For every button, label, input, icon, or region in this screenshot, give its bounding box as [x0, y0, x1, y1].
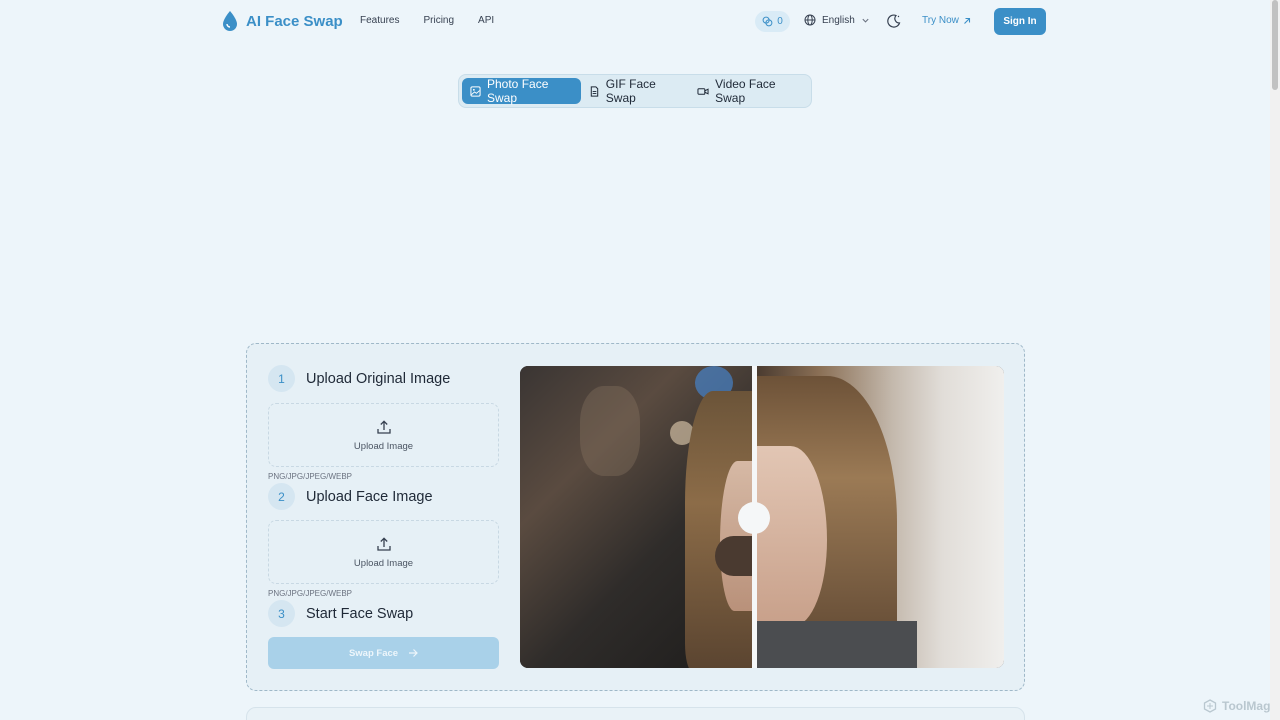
globe-icon	[804, 14, 816, 26]
try-now-link[interactable]: Try Now	[922, 15, 971, 26]
step-1: 1 Upload Original Image	[268, 365, 450, 392]
coins-icon	[762, 16, 773, 27]
try-now-label: Try Now	[922, 15, 959, 26]
step-number: 2	[268, 483, 295, 510]
upload-label: Upload Image	[353, 440, 414, 452]
header: AI Face Swap Features Pricing API 0 Engl…	[0, 0, 1270, 42]
upload-label: Upload Image	[353, 557, 414, 569]
main-nav: Features Pricing API	[360, 15, 518, 26]
brand-name: AI Face Swap	[246, 12, 343, 30]
swap-face-label: Swap Face	[348, 647, 399, 659]
original-photo	[520, 366, 755, 668]
tab-label: GIF Face Swap	[605, 77, 656, 105]
swapped-clothing	[757, 621, 917, 668]
tab-label: Photo Face Swap	[487, 77, 549, 105]
sign-in-button[interactable]: Sign In	[994, 8, 1046, 35]
arrow-up-right-icon	[963, 17, 970, 24]
nav-features[interactable]: Features	[360, 15, 399, 26]
tab-photo-face-swap[interactable]: Photo Face Swap	[462, 77, 581, 105]
upload-icon	[376, 536, 391, 551]
water-drop-icon	[223, 11, 237, 31]
arrow-right-icon	[409, 649, 418, 657]
video-icon	[697, 87, 709, 95]
step-3: 3 Start Face Swap	[268, 600, 413, 627]
watermark-text: ToolMage	[1222, 699, 1278, 713]
comparison-slider-handle[interactable]	[738, 502, 770, 534]
nav-api[interactable]: API	[478, 15, 494, 26]
file-icon	[590, 85, 598, 97]
before-after-preview[interactable]	[520, 366, 1004, 668]
step-number: 3	[268, 600, 295, 627]
step-title: Upload Face Image	[306, 488, 433, 505]
credits-count: 0	[777, 16, 783, 27]
tab-video-face-swap[interactable]: Video Face Swap	[689, 77, 808, 105]
step-title: Start Face Swap	[306, 605, 414, 622]
next-section-card	[246, 707, 1025, 720]
upload-original-dropzone[interactable]: Upload Image	[268, 403, 499, 467]
swap-face-button[interactable]: Swap Face	[268, 637, 499, 669]
upload-face-dropzone[interactable]: Upload Image	[268, 520, 499, 584]
step-2: 2 Upload Face Image	[268, 483, 433, 510]
supported-formats: PNG/JPG/JPEG/WEBP	[268, 472, 353, 481]
language-label: English	[822, 14, 855, 26]
theme-toggle-moon-icon[interactable]	[886, 13, 902, 29]
language-selector[interactable]: English	[804, 14, 870, 26]
supported-formats: PNG/JPG/JPEG/WEBP	[268, 589, 353, 598]
hexagon-logo-icon	[1203, 699, 1217, 713]
tab-gif-face-swap[interactable]: GIF Face Swap	[581, 77, 689, 105]
tab-label: Video Face Swap	[715, 77, 776, 105]
nav-pricing[interactable]: Pricing	[423, 15, 454, 26]
chevron-down-icon	[862, 18, 869, 23]
face-swap-panel: 1 Upload Original Image Upload Image PNG…	[246, 343, 1025, 691]
step-number: 1	[268, 365, 295, 392]
step-title: Upload Original Image	[306, 370, 451, 387]
credits-badge[interactable]: 0	[755, 11, 790, 32]
image-icon	[470, 85, 481, 97]
brand-logo[interactable]: AI Face Swap	[222, 11, 343, 31]
scrollbar-thumb[interactable]	[1272, 0, 1278, 90]
mode-tabs: Photo Face Swap GIF Face Swap Video Face…	[458, 74, 812, 108]
watermark: ToolMage	[1203, 699, 1277, 713]
upload-icon	[376, 419, 391, 434]
scrollbar[interactable]	[1270, 0, 1280, 720]
